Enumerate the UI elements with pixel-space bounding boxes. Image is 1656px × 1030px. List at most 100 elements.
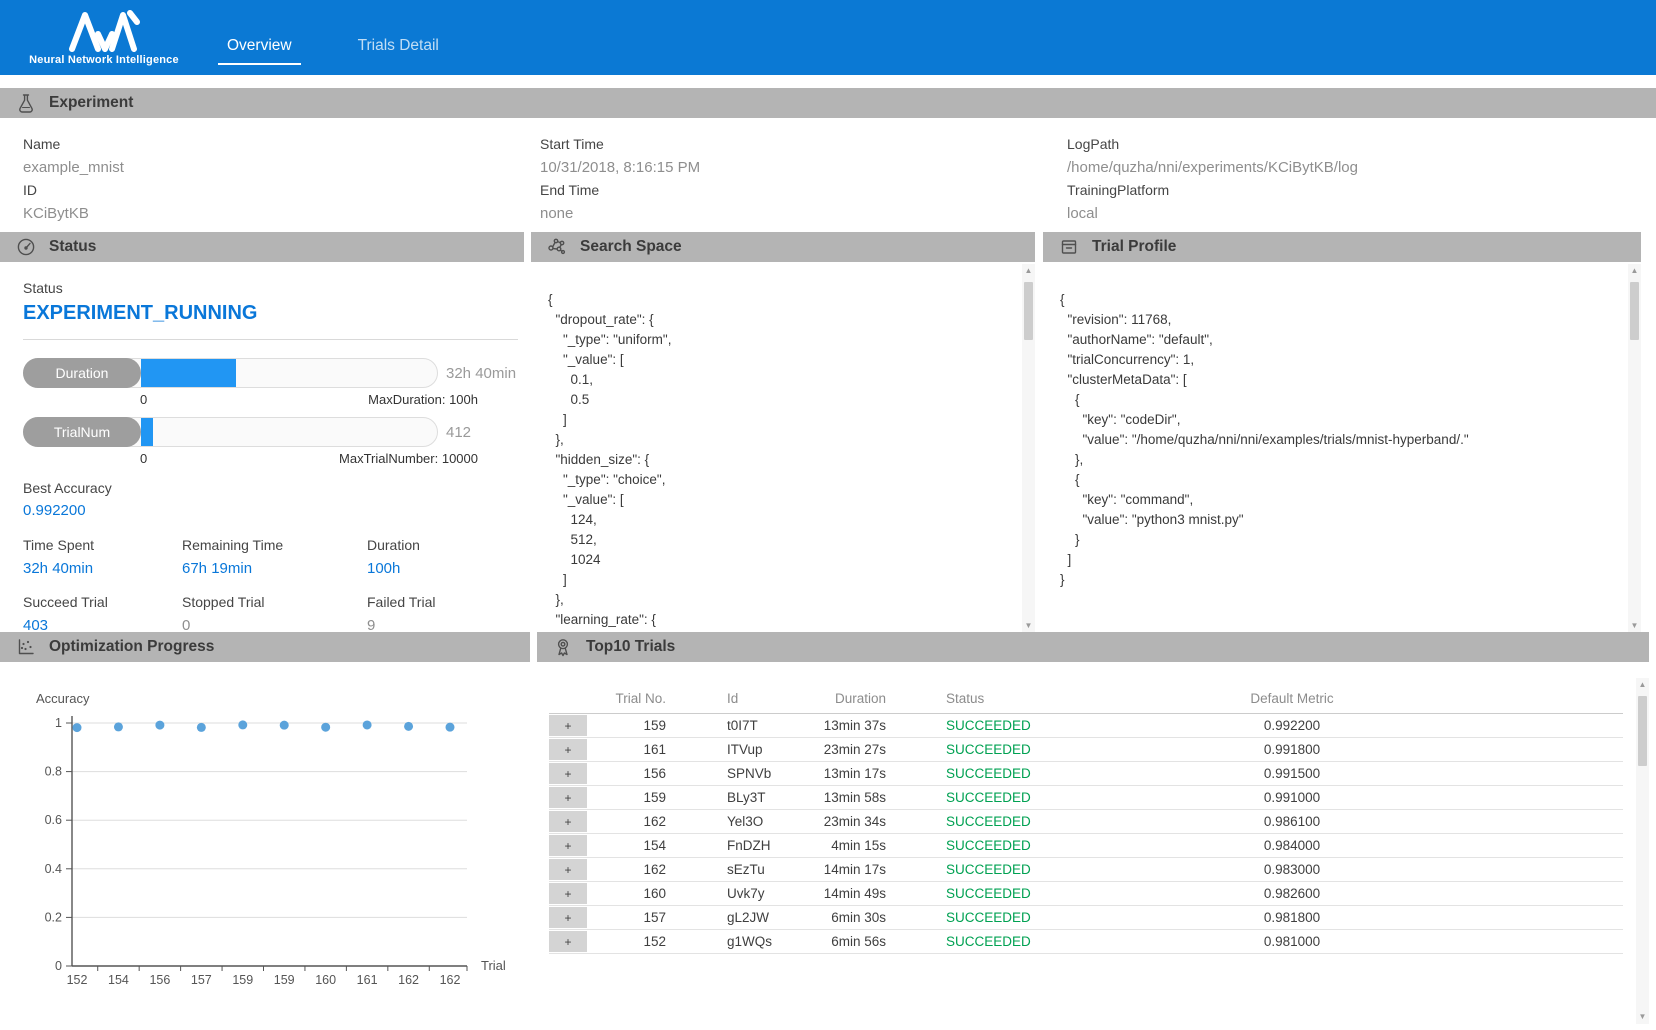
expand-row-button[interactable]: + bbox=[549, 883, 587, 904]
expand-row-button[interactable]: + bbox=[549, 787, 587, 808]
chart-label: 156 bbox=[149, 973, 170, 987]
trial-accuracy-point[interactable] bbox=[155, 721, 164, 730]
field-value: KCiBytKB bbox=[23, 202, 540, 225]
experiment-header: Experiment bbox=[0, 88, 1656, 118]
stat-value: 100h bbox=[367, 560, 400, 577]
trial-metric-cell: 0.992200 bbox=[1126, 718, 1458, 733]
trial-duration-cell: 6min 30s bbox=[809, 910, 886, 925]
trial-duration-cell: 23min 34s bbox=[809, 814, 886, 829]
expand-row-button[interactable]: + bbox=[549, 811, 587, 832]
code-line: } bbox=[1060, 530, 1615, 550]
expand-row-button[interactable]: + bbox=[549, 859, 587, 880]
field-label: TrainingPlatform bbox=[1067, 179, 1656, 202]
stat-label: Stopped Trial bbox=[182, 594, 367, 610]
trial-status-cell: SUCCEEDED bbox=[886, 838, 1126, 853]
scroll-down-icon[interactable]: ▼ bbox=[1639, 1010, 1647, 1024]
code-line: 0.1, bbox=[548, 370, 1009, 390]
expand-row-button[interactable]: + bbox=[549, 739, 587, 760]
trial-accuracy-point[interactable] bbox=[446, 723, 455, 732]
trial-profile-scrollbar[interactable]: ▲ ▼ bbox=[1628, 264, 1641, 633]
trial-metric-cell: 0.991800 bbox=[1126, 742, 1458, 757]
field-label: LogPath bbox=[1067, 133, 1656, 156]
trial-no-cell: 152 bbox=[587, 934, 666, 949]
scrollbar-thumb[interactable] bbox=[1630, 282, 1639, 340]
tab-trials-detail[interactable]: Trials Detail bbox=[349, 37, 448, 65]
scroll-up-icon[interactable]: ▲ bbox=[1025, 264, 1033, 278]
trial-id-cell: Uvk7y bbox=[666, 886, 809, 901]
top10-table-header: Trial No. Id Duration Status Default Met… bbox=[549, 684, 1623, 714]
trial-profile-json: { "revision": 11768, "authorName": "defa… bbox=[1043, 262, 1641, 632]
chart-label: 162 bbox=[398, 973, 419, 987]
expand-row-button[interactable]: + bbox=[549, 763, 587, 784]
status-panel: Status Status EXPERIMENT_RUNNING Duratio… bbox=[0, 232, 524, 635]
col-status: Status bbox=[886, 691, 1126, 706]
best-accuracy-label: Best Accuracy bbox=[23, 480, 518, 496]
code-line: "hidden_size": { bbox=[548, 450, 1009, 470]
code-line: }, bbox=[1060, 450, 1615, 470]
code-line: { bbox=[1060, 470, 1615, 490]
code-line: "_value": [ bbox=[548, 350, 1009, 370]
scrollbar-thumb[interactable] bbox=[1024, 282, 1033, 340]
expand-row-button[interactable]: + bbox=[549, 715, 587, 736]
scroll-up-icon[interactable]: ▲ bbox=[1631, 264, 1639, 278]
code-line: ] bbox=[1060, 550, 1615, 570]
expand-row-button[interactable]: + bbox=[549, 907, 587, 928]
code-line: "clusterMetaData": [ bbox=[1060, 370, 1615, 390]
scroll-up-icon[interactable]: ▲ bbox=[1639, 678, 1647, 692]
trial-profile-title: Trial Profile bbox=[1092, 238, 1176, 256]
code-line: "key": "command", bbox=[1060, 490, 1615, 510]
trial-accuracy-point[interactable] bbox=[73, 723, 82, 732]
code-line: { bbox=[1060, 290, 1615, 310]
col-id: Id bbox=[666, 691, 809, 706]
duration-progress: Duration 32h 40min 0 MaxDuration: 100h bbox=[23, 358, 518, 407]
trial-accuracy-point[interactable] bbox=[404, 722, 413, 731]
field-label: ID bbox=[23, 179, 540, 202]
code-line: 512, bbox=[548, 530, 1009, 550]
trial-metric-cell: 0.991000 bbox=[1126, 790, 1458, 805]
trial-status-cell: SUCCEEDED bbox=[886, 766, 1126, 781]
chart-label: 0.6 bbox=[45, 813, 62, 827]
field-label: Start Time bbox=[540, 133, 1067, 156]
scroll-down-icon[interactable]: ▼ bbox=[1025, 619, 1033, 633]
top10-scrollbar[interactable]: ▲ ▼ bbox=[1636, 678, 1649, 1024]
chart-label: 0.4 bbox=[45, 862, 62, 876]
field-value: none bbox=[540, 202, 1067, 225]
chart-label: 159 bbox=[274, 973, 295, 987]
trial-metric-cell: 0.983000 bbox=[1126, 862, 1458, 877]
code-line: "_type": "choice", bbox=[548, 470, 1009, 490]
trial-row: +160Uvk7y14min 49sSUCCEEDED0.982600 bbox=[549, 882, 1623, 906]
expand-row-button[interactable]: + bbox=[549, 835, 587, 856]
trial-duration-cell: 13min 17s bbox=[809, 766, 886, 781]
expand-row-button[interactable]: + bbox=[549, 931, 587, 952]
trial-accuracy-point[interactable] bbox=[238, 720, 247, 729]
code-line: { bbox=[1060, 390, 1615, 410]
trial-status-cell: SUCCEEDED bbox=[886, 790, 1126, 805]
trial-accuracy-point[interactable] bbox=[114, 722, 123, 731]
trial-accuracy-point[interactable] bbox=[197, 723, 206, 732]
trial-status-cell: SUCCEEDED bbox=[886, 742, 1126, 757]
trial-accuracy-point[interactable] bbox=[280, 721, 289, 730]
stat-label: Failed Trial bbox=[367, 594, 518, 610]
status-stats: Time Spent32h 40min Remaining Time67h 19… bbox=[23, 537, 518, 635]
scrollbar-thumb[interactable] bbox=[1638, 696, 1647, 766]
trial-no-cell: 157 bbox=[587, 910, 666, 925]
trial-id-cell: t0I7T bbox=[666, 718, 809, 733]
search-space-title: Search Space bbox=[580, 238, 682, 256]
trial-accuracy-point[interactable] bbox=[363, 720, 372, 729]
trial-no-cell: 159 bbox=[587, 790, 666, 805]
trialnum-progress-fill bbox=[141, 418, 153, 446]
trial-accuracy-point[interactable] bbox=[321, 723, 330, 732]
tab-overview[interactable]: Overview bbox=[218, 37, 301, 65]
code-line: }, bbox=[548, 590, 1009, 610]
code-line: 124, bbox=[548, 510, 1009, 530]
search-space-scrollbar[interactable]: ▲ ▼ bbox=[1022, 264, 1035, 633]
experiment-title: Experiment bbox=[49, 94, 133, 112]
accuracy-scatter-chart[interactable]: 00.20.40.60.8115215415615715915916016116… bbox=[20, 686, 530, 1009]
code-line: "authorName": "default", bbox=[1060, 330, 1615, 350]
nni-logo-icon bbox=[67, 10, 141, 52]
code-line: "_type": "uniform", bbox=[548, 330, 1009, 350]
chart-label: 157 bbox=[191, 973, 212, 987]
trial-row: +157gL2JW6min 30sSUCCEEDED0.981800 bbox=[549, 906, 1623, 930]
scroll-down-icon[interactable]: ▼ bbox=[1631, 619, 1639, 633]
field-value: example_mnist bbox=[23, 156, 540, 179]
